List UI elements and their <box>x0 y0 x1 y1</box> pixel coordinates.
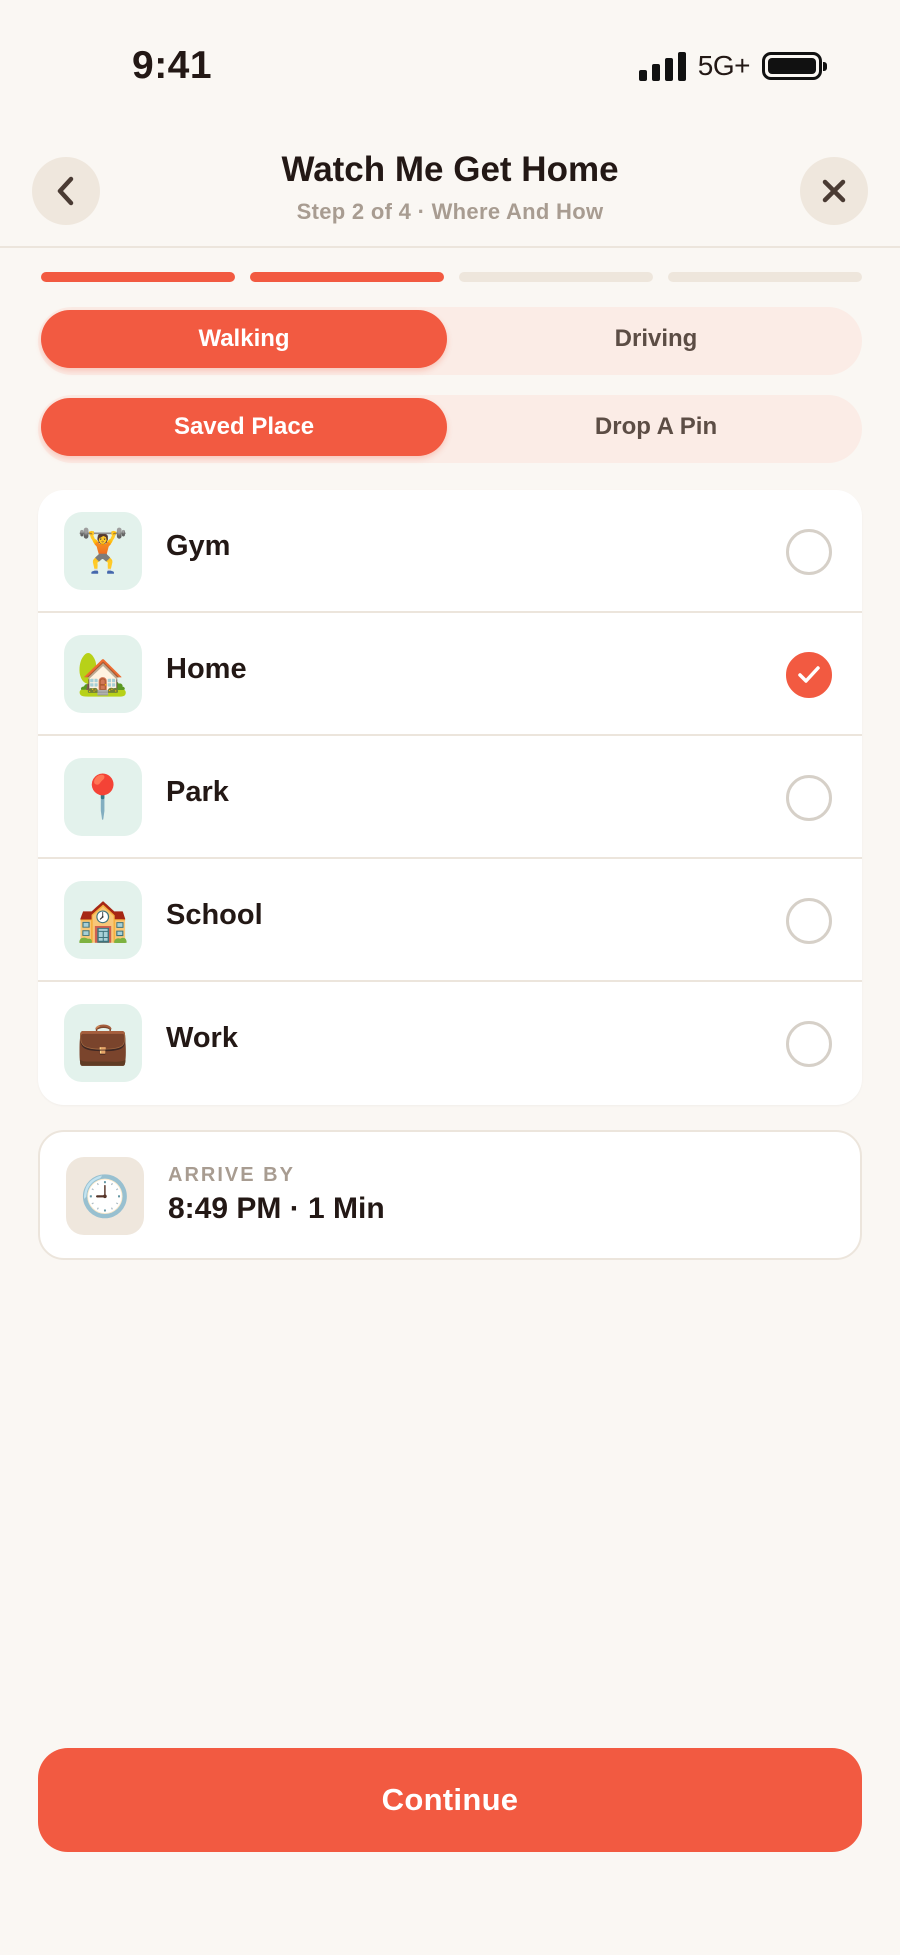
continue-button[interactable]: Continue <box>38 1748 862 1852</box>
status-indicators: 5G+ <box>638 50 827 82</box>
progress-segment <box>668 272 862 282</box>
radio-button[interactable] <box>786 652 832 698</box>
arrive-by-value: 8:49 PM · 1 Min <box>168 1192 385 1225</box>
place-label: Home <box>166 653 247 685</box>
arrive-by-label: ARRIVE BY <box>168 1164 295 1186</box>
place-label: School <box>166 899 263 931</box>
radio-button[interactable] <box>786 529 832 575</box>
destination-source-toggle: Saved Place Drop A Pin <box>38 395 862 463</box>
pushpin-icon: 📍 <box>64 758 142 836</box>
checkmark-icon <box>798 666 820 683</box>
saved-places-list: 🏋️ Gym 🏡 Home 📍 Park 🏫 School 💼 Work <box>38 490 862 1105</box>
place-row-park[interactable]: 📍 Park <box>38 736 862 859</box>
drop-a-pin-option[interactable]: Drop A Pin <box>453 398 859 456</box>
place-row-home[interactable]: 🏡 Home <box>38 613 862 736</box>
walking-option[interactable]: Walking <box>41 310 447 368</box>
step-subtitle: Step 2 of 4 · Where And How <box>296 199 604 224</box>
radio-button[interactable] <box>786 1021 832 1067</box>
progress-segment <box>250 272 444 282</box>
driving-option[interactable]: Driving <box>453 310 859 368</box>
network-type: 5G+ <box>697 50 751 81</box>
clock-icon: 🕘 <box>66 1157 144 1235</box>
place-label: Work <box>166 1022 238 1054</box>
header: Watch Me Get Home Step 2 of 4 · Where An… <box>0 130 900 248</box>
place-label: Park <box>166 776 229 808</box>
close-button[interactable] <box>800 157 868 225</box>
radio-button[interactable] <box>786 775 832 821</box>
place-label: Gym <box>166 530 231 562</box>
cellular-signal-icon <box>638 51 686 81</box>
travel-mode-toggle: Walking Driving <box>38 307 862 375</box>
school-building-icon: 🏫 <box>64 881 142 959</box>
briefcase-icon: 💼 <box>64 1004 142 1082</box>
weightlifter-icon: 🏋️ <box>64 512 142 590</box>
saved-place-option[interactable]: Saved Place <box>41 398 447 456</box>
place-row-gym[interactable]: 🏋️ Gym <box>38 490 862 613</box>
status-bar: 9:41 5G+ <box>0 0 900 130</box>
arrive-by-card[interactable]: 🕘 ARRIVE BY 8:49 PM · 1 Min <box>38 1130 862 1260</box>
place-row-school[interactable]: 🏫 School <box>38 859 862 982</box>
close-icon <box>822 179 846 203</box>
place-row-work[interactable]: 💼 Work <box>38 982 862 1105</box>
battery-icon <box>762 52 827 80</box>
progress-segment <box>41 272 235 282</box>
status-time: 9:41 <box>132 44 213 87</box>
radio-button[interactable] <box>786 898 832 944</box>
page-title: Watch Me Get Home <box>281 150 619 189</box>
house-garden-icon: 🏡 <box>64 635 142 713</box>
progress-segment <box>459 272 653 282</box>
screen: 9:41 5G+ Watch Me Get Home Step 2 of 4 ·… <box>0 0 900 1955</box>
step-progress <box>41 272 862 282</box>
